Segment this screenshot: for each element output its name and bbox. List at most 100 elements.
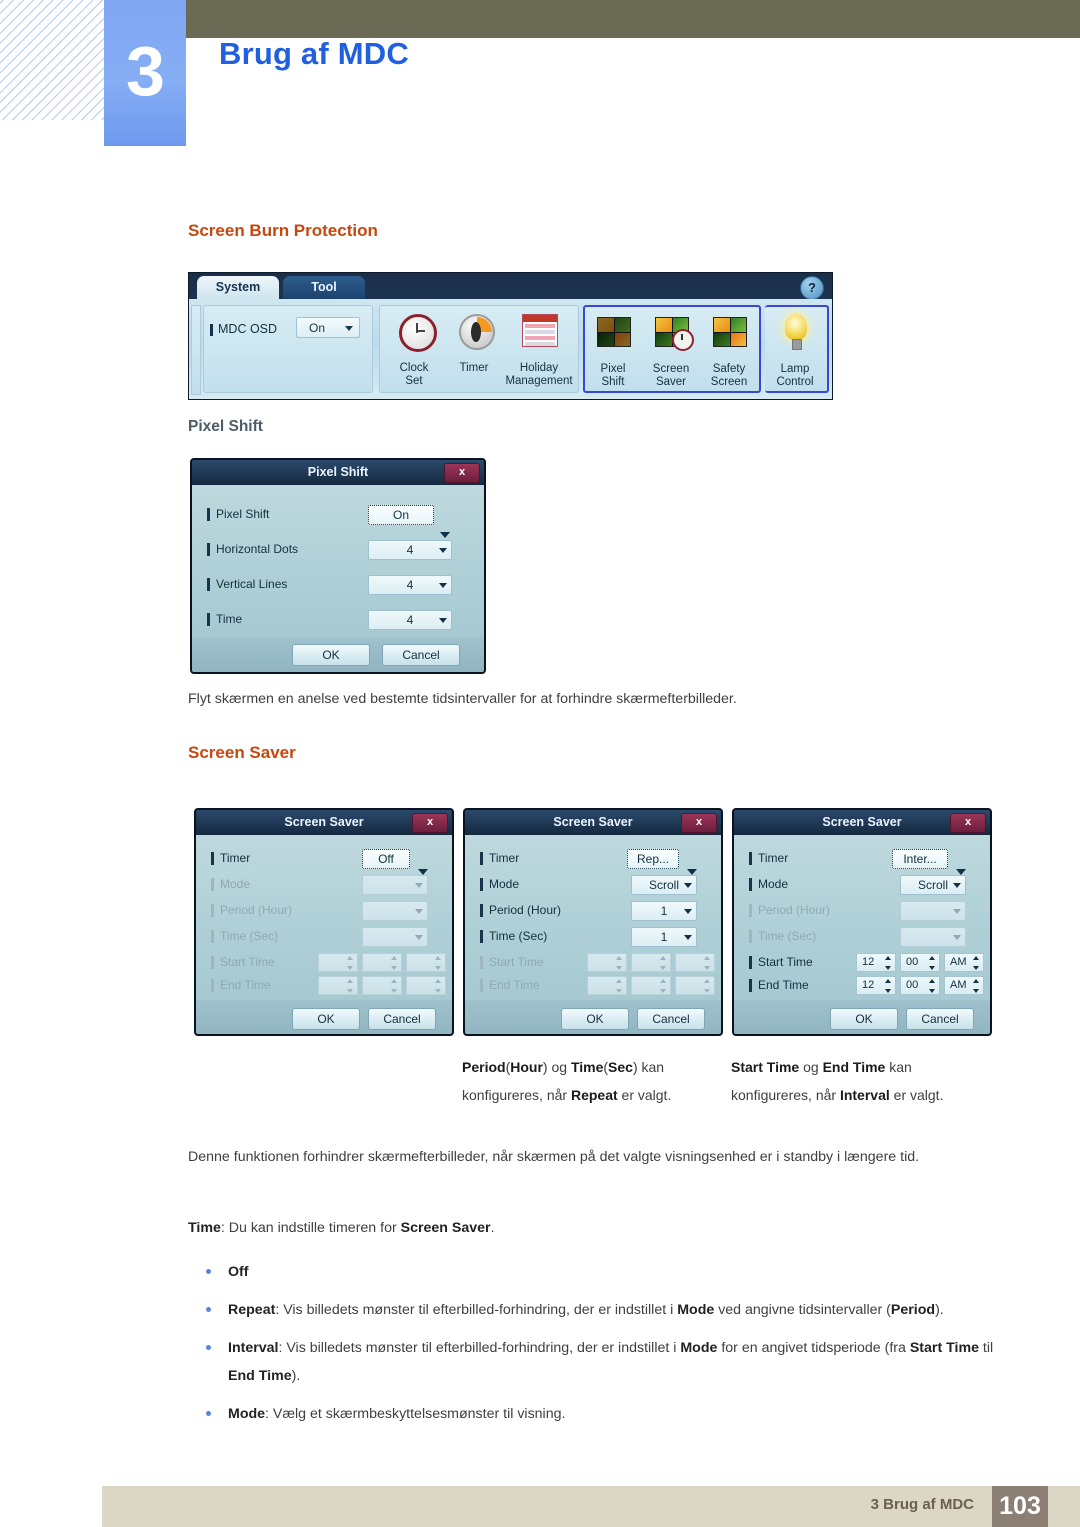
value-pixel-shift: On bbox=[392, 508, 409, 522]
cancel-button[interactable]: Cancel bbox=[368, 1008, 436, 1030]
stepper-icon[interactable] bbox=[435, 956, 442, 970]
clock-set-label-1: Clock bbox=[399, 362, 429, 374]
row-mode: Mode Scroll bbox=[479, 875, 711, 897]
tab-system[interactable]: System bbox=[197, 276, 279, 299]
chevron-down-icon bbox=[953, 883, 961, 888]
close-icon[interactable]: x bbox=[950, 813, 986, 833]
close-icon[interactable]: x bbox=[444, 463, 480, 483]
spinner-start-meridiem[interactable] bbox=[675, 953, 715, 972]
list-item: Off bbox=[188, 1258, 998, 1286]
dropdown-time[interactable]: 4 bbox=[368, 610, 452, 630]
dropdown-time-sec[interactable] bbox=[900, 927, 966, 947]
spinner-end-hour[interactable] bbox=[318, 976, 358, 995]
ribbon-item-screen-saver[interactable]: Screen Saver bbox=[653, 313, 694, 388]
dropdown-period-hour[interactable] bbox=[900, 901, 966, 921]
ribbon-body: MDC OSD On Clock Set Timer Holiday Managem… bbox=[189, 299, 832, 399]
dropdown-period-hour[interactable] bbox=[362, 901, 428, 921]
chevron-down-icon bbox=[684, 935, 692, 940]
ok-button[interactable]: OK bbox=[292, 644, 370, 666]
stepper-icon[interactable] bbox=[347, 956, 354, 970]
stepper-icon[interactable] bbox=[660, 956, 667, 970]
stepper-icon[interactable] bbox=[885, 979, 892, 993]
mdc-osd-dropdown[interactable]: On bbox=[296, 317, 360, 338]
spinner-end-meridiem[interactable] bbox=[406, 976, 446, 995]
label-period-hour: Period (Hour) bbox=[479, 903, 562, 917]
stepper-icon[interactable] bbox=[391, 956, 398, 970]
ribbon-item-lamp-control[interactable]: Lamp Control bbox=[776, 313, 815, 388]
ribbon-item-holiday-management[interactable]: Holiday Management bbox=[505, 312, 573, 387]
stepper-icon[interactable] bbox=[885, 956, 892, 970]
spinner-start-minute[interactable]: 00 bbox=[900, 953, 940, 972]
spinner-start-hour[interactable]: 12 bbox=[856, 953, 896, 972]
stepper-icon[interactable] bbox=[660, 979, 667, 993]
spinner-end-hour[interactable] bbox=[587, 976, 627, 995]
dropdown-mode[interactable]: Scroll bbox=[631, 875, 697, 895]
stepper-icon[interactable] bbox=[435, 979, 442, 993]
dropdown-time-sec[interactable] bbox=[362, 927, 428, 947]
stepper-icon[interactable] bbox=[973, 979, 980, 993]
cancel-button[interactable]: Cancel bbox=[637, 1008, 705, 1030]
spinner-start-meridiem[interactable]: AM bbox=[944, 953, 984, 972]
ribbon-item-pixel-shift[interactable]: Pixel Shift bbox=[595, 313, 633, 388]
dropdown-horizontal-dots[interactable]: 4 bbox=[368, 540, 452, 560]
dropdown-pixel-shift[interactable]: On bbox=[368, 505, 434, 525]
ribbon-item-safety-screen[interactable]: Safety Screen bbox=[711, 313, 749, 388]
ribbon-group-screen-burn: Pixel Shift Screen Saver Safety Screen bbox=[583, 305, 761, 393]
top-band bbox=[186, 0, 1080, 38]
help-icon[interactable]: ? bbox=[800, 276, 824, 300]
stepper-icon[interactable] bbox=[704, 979, 711, 993]
chevron-down-icon bbox=[953, 935, 961, 940]
cancel-button[interactable]: Cancel bbox=[906, 1008, 974, 1030]
spinner-end-meridiem[interactable] bbox=[675, 976, 715, 995]
ok-button[interactable]: OK bbox=[561, 1008, 629, 1030]
stepper-icon[interactable] bbox=[929, 956, 936, 970]
stepper-icon[interactable] bbox=[929, 979, 936, 993]
close-icon[interactable]: x bbox=[681, 813, 717, 833]
tab-tool[interactable]: Tool bbox=[283, 276, 365, 299]
screen-saver-label-1: Screen bbox=[652, 363, 690, 375]
dropdown-mode[interactable] bbox=[362, 875, 428, 895]
cancel-button[interactable]: Cancel bbox=[382, 644, 460, 666]
dropdown-time-sec[interactable]: 1 bbox=[631, 927, 697, 947]
stepper-icon[interactable] bbox=[391, 979, 398, 993]
dropdown-timer[interactable]: Rep... bbox=[627, 849, 679, 869]
spinner-end-minute[interactable] bbox=[631, 976, 671, 995]
ok-button[interactable]: OK bbox=[830, 1008, 898, 1030]
spinner-start-minute[interactable] bbox=[631, 953, 671, 972]
ok-button[interactable]: OK bbox=[292, 1008, 360, 1030]
pixel-shift-titlebar: Pixel Shift x bbox=[192, 460, 484, 485]
spinner-start-hour[interactable] bbox=[587, 953, 627, 972]
spinner-start-meridiem[interactable] bbox=[406, 953, 446, 972]
standby-note: Denne funktionen forhindrer skærmefterbi… bbox=[188, 1149, 920, 1165]
chevron-down-icon[interactable] bbox=[440, 532, 450, 538]
clock-icon bbox=[396, 312, 437, 356]
chevron-down-icon bbox=[439, 583, 447, 588]
spinner-start-hour[interactable] bbox=[318, 953, 358, 972]
stepper-icon[interactable] bbox=[616, 956, 623, 970]
close-icon[interactable]: x bbox=[412, 813, 448, 833]
label-mode: Mode bbox=[210, 877, 251, 891]
heading-screen-saver: Screen Saver bbox=[188, 743, 296, 762]
ribbon-item-clock-set[interactable]: Clock Set bbox=[396, 312, 437, 387]
spinner-end-hour[interactable]: 12 bbox=[856, 976, 896, 995]
stepper-icon[interactable] bbox=[704, 956, 711, 970]
stepper-icon[interactable] bbox=[347, 979, 354, 993]
dropdown-mode[interactable]: Scroll bbox=[900, 875, 966, 895]
chevron-down-icon bbox=[415, 935, 423, 940]
holiday-label-1: Holiday bbox=[519, 362, 559, 374]
stepper-icon[interactable] bbox=[973, 956, 980, 970]
spinner-end-meridiem[interactable]: AM bbox=[944, 976, 984, 995]
dropdown-timer[interactable]: Off bbox=[362, 849, 410, 869]
label-end-time: End Time bbox=[211, 978, 271, 992]
heading-pixel-shift: Pixel Shift bbox=[188, 418, 263, 435]
spinner-end-minute[interactable]: 00 bbox=[900, 976, 940, 995]
spinner-end-minute[interactable] bbox=[362, 976, 402, 995]
dropdown-vertical-lines[interactable]: 4 bbox=[368, 575, 452, 595]
dropdown-timer[interactable]: Inter... bbox=[892, 849, 948, 869]
spinner-start-minute[interactable] bbox=[362, 953, 402, 972]
ribbon-item-timer[interactable]: Timer bbox=[456, 312, 495, 374]
list-item: Repeat: Vis billedets mønster til efterb… bbox=[188, 1296, 998, 1324]
dropdown-period-hour[interactable]: 1 bbox=[631, 901, 697, 921]
label-horizontal-dots: Horizontal Dots bbox=[206, 542, 299, 556]
stepper-icon[interactable] bbox=[616, 979, 623, 993]
